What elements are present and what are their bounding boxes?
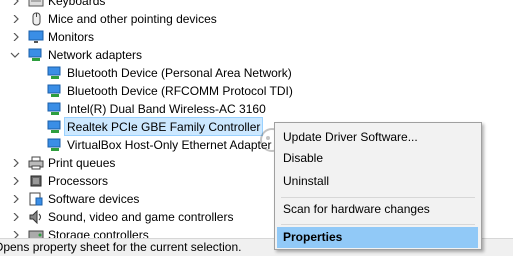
menu-item-label: Uninstall — [283, 174, 330, 188]
tree-item-monitors[interactable]: Monitors — [0, 28, 513, 46]
menu-item-properties[interactable]: Properties — [277, 227, 478, 248]
tree-item-label: Mice and other pointing devices — [48, 12, 217, 26]
tree-item-keyboards[interactable]: Keyboards — [0, 0, 513, 10]
status-text: Opens property sheet for the current sel… — [0, 240, 242, 254]
software-device-icon — [28, 192, 44, 206]
chevron-right-icon[interactable] — [10, 28, 22, 46]
menu-separator — [281, 224, 475, 225]
chevron-right-icon[interactable] — [10, 172, 22, 190]
tree-item-label: Realtek PCIe GBE Family Controller — [63, 117, 264, 136]
menu-item-label: Disable — [283, 151, 324, 165]
network-adapter-icon — [47, 84, 63, 98]
mouse-icon — [28, 12, 44, 26]
chevron-right-icon[interactable] — [10, 190, 22, 208]
menu-item-scan-hardware[interactable]: Scan for hardware changes — [277, 199, 478, 220]
tree-item-adapter[interactable]: Intel(R) Dual Band Wireless-AC 3160 — [0, 100, 513, 118]
speaker-icon — [28, 209, 44, 225]
tree-item-label: Network adapters — [48, 48, 143, 62]
menu-item-label: Scan for hardware changes — [283, 202, 430, 216]
tree-item-label: Keyboards — [48, 0, 106, 8]
tree-item-adapter[interactable]: Bluetooth Device (Personal Area Network) — [0, 64, 513, 82]
menu-item-disable[interactable]: Disable — [277, 148, 478, 169]
tree-item-label: Monitors — [48, 30, 95, 44]
menu-item-label: Properties — [283, 230, 343, 244]
tree-item-label: Print queues — [48, 156, 116, 170]
chevron-right-icon[interactable] — [10, 208, 22, 226]
menu-separator — [281, 197, 475, 198]
network-adapter-icon — [47, 66, 63, 80]
tree-item-network-adapters[interactable]: Network adapters — [0, 46, 513, 64]
chevron-right-icon[interactable] — [10, 10, 22, 28]
network-adapter-icon — [28, 48, 44, 62]
printer-icon — [28, 156, 44, 170]
tree-item-label: Bluetooth Device (RFCOMM Protocol TDI) — [67, 84, 293, 98]
network-adapter-icon — [47, 138, 63, 152]
tree-item-label: VirtualBox Host-Only Ethernet Adapter — [67, 138, 272, 152]
tree-item-label: Processors — [48, 174, 109, 188]
menu-item-label: Update Driver Software... — [283, 130, 418, 144]
tree-item-label: Bluetooth Device (Personal Area Network) — [67, 66, 292, 80]
menu-item-uninstall[interactable]: Uninstall — [277, 171, 478, 192]
tree-item-label: Sound, video and game controllers — [48, 210, 234, 224]
keyboard-icon — [28, 0, 44, 8]
chevron-right-icon[interactable] — [10, 154, 22, 172]
tree-item-adapter[interactable]: Bluetooth Device (RFCOMM Protocol TDI) — [0, 82, 513, 100]
processor-icon — [28, 174, 44, 188]
network-adapter-icon — [47, 120, 63, 134]
network-adapter-icon — [47, 102, 63, 116]
chevron-right-icon[interactable] — [10, 0, 22, 10]
tree-item-label: Software devices — [48, 192, 140, 206]
context-menu: Update Driver Software... Disable Uninst… — [274, 122, 482, 250]
menu-item-update-driver[interactable]: Update Driver Software... — [277, 127, 478, 148]
tree-item-mice[interactable]: Mice and other pointing devices — [0, 10, 513, 28]
tree-item-label: Intel(R) Dual Band Wireless-AC 3160 — [67, 102, 266, 116]
chevron-down-icon[interactable] — [8, 46, 20, 64]
monitor-icon — [28, 30, 44, 44]
